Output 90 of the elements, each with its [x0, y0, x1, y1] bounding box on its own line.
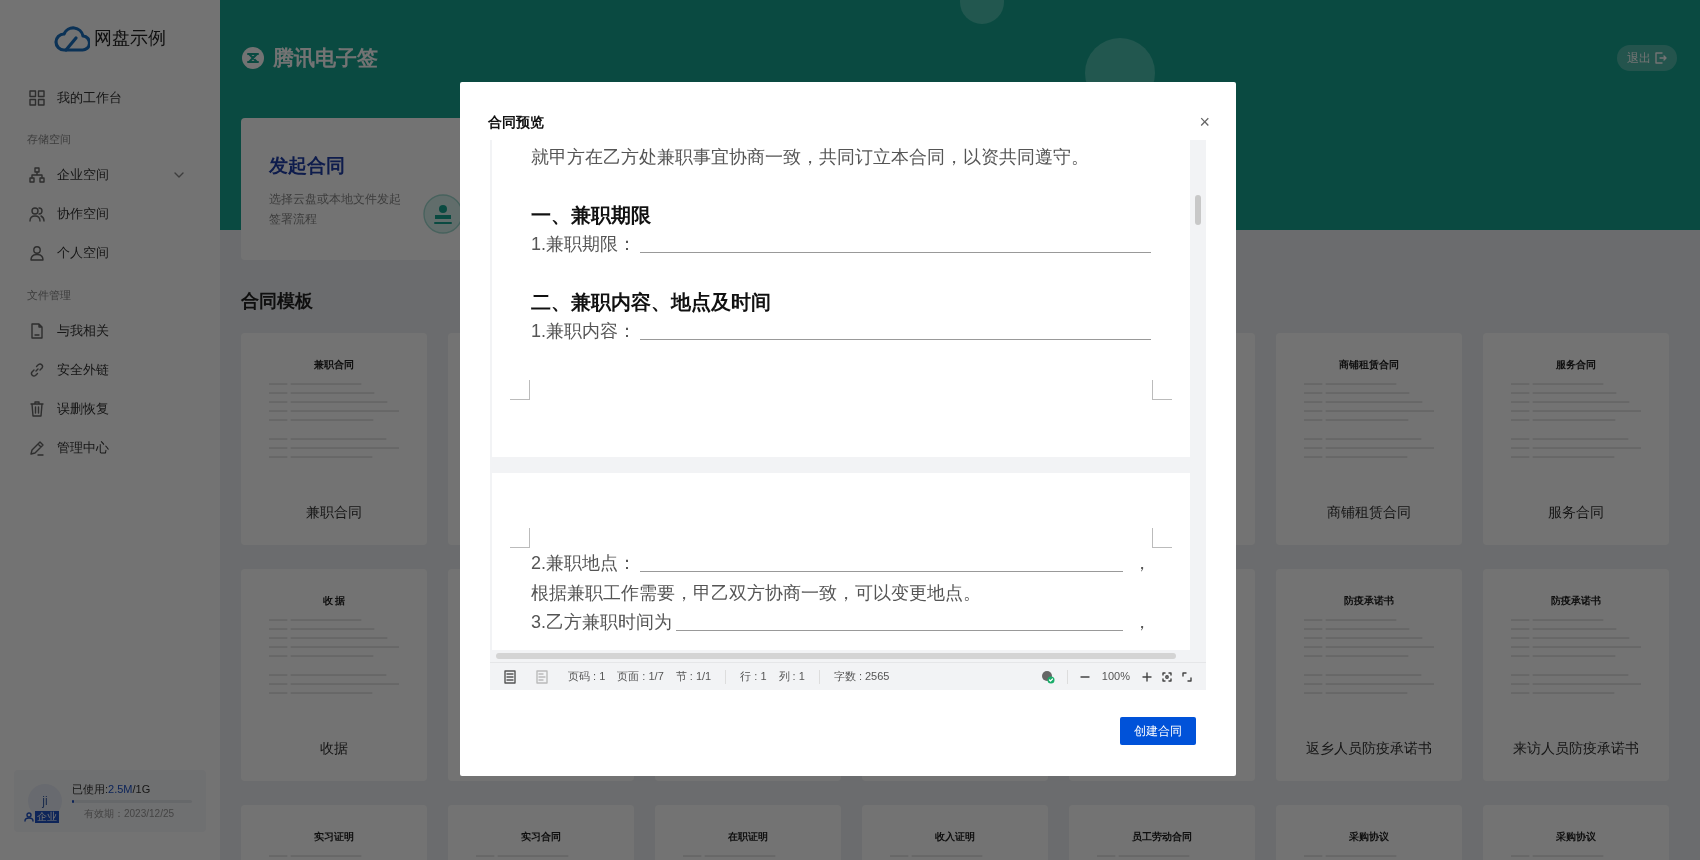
document-title: 实习合同	[521, 830, 561, 844]
template-card[interactable]: 服务合同 服务合同	[1483, 333, 1669, 545]
template-name: 服务合同	[1548, 503, 1604, 522]
document-title: 收 据	[322, 594, 346, 608]
fullscreen-icon	[1182, 671, 1192, 682]
status-text: 列 : 1	[778, 669, 805, 685]
enterprise-badge: 企业	[35, 811, 59, 823]
template-card[interactable]: 实习合同	[448, 805, 634, 860]
document-title: 收入证明	[935, 830, 975, 844]
create-contract-button[interactable]: 创建合同	[1120, 717, 1196, 745]
crop-mark	[510, 528, 530, 548]
nav-item[interactable]: 安全外链	[0, 350, 220, 389]
nav-icon	[29, 322, 45, 339]
punctuation: ，	[1133, 552, 1151, 575]
app-logo-text: 网盘示例	[94, 26, 166, 50]
crop-mark	[510, 380, 530, 400]
status-text: 行 : 1	[740, 669, 767, 685]
nav-icon	[29, 400, 45, 417]
template-name: 收据	[320, 739, 348, 758]
crop-mark	[1152, 380, 1172, 400]
punctuation: ，	[1133, 611, 1151, 634]
close-button[interactable]: ×	[1199, 113, 1210, 131]
launch-card-title: 发起合同	[269, 154, 346, 178]
document-title: 兼职合同	[314, 358, 354, 372]
template-name: 商铺租赁合同	[1327, 503, 1411, 522]
storage-usage: 已使用:2.5M/1G	[72, 781, 152, 797]
document-title: 服务合同	[1556, 358, 1596, 372]
document-title: 采购协议	[1556, 830, 1596, 844]
nav-icon	[29, 167, 45, 183]
template-card[interactable]: 收入证明	[862, 805, 1048, 860]
field-label: 1.兼职期限：	[531, 233, 636, 256]
template-name: 返乡人员防疫承诺书	[1306, 739, 1432, 758]
outline-view-icon	[536, 669, 548, 684]
status-text: 字数 : 2565	[833, 669, 890, 685]
template-card[interactable]: 收 据 收据	[241, 569, 427, 781]
scrollbar-thumb[interactable]	[1195, 195, 1201, 225]
template-card[interactable]: 防疫承诺书 返乡人员防疫承诺书	[1276, 569, 1462, 781]
field-label: 3.乙方兼职时间为	[531, 611, 672, 634]
template-card[interactable]: 兼职合同 兼职合同	[241, 333, 427, 545]
template-card[interactable]: 采购协议	[1276, 805, 1462, 860]
nav-item[interactable]: 个人空间	[0, 233, 220, 273]
page-view-icon	[504, 669, 516, 684]
brand-logo-icon	[241, 46, 265, 70]
nav-item[interactable]: 管理中心	[0, 428, 220, 467]
fit-screen-icon	[1162, 671, 1172, 682]
document-title: 防疫承诺书	[1551, 594, 1601, 608]
template-card[interactable]: 实习证明	[241, 805, 427, 860]
stamp-icon	[423, 194, 463, 234]
document-title: 员工劳动合同	[1132, 830, 1192, 844]
template-card[interactable]: 采购协议	[1483, 805, 1669, 860]
globe-check-icon	[1040, 669, 1055, 684]
template-card[interactable]: 在职证明	[655, 805, 841, 860]
modal-title: 合同预览	[488, 112, 544, 132]
template-card[interactable]: 员工劳动合同	[1069, 805, 1255, 860]
users-icon	[24, 812, 34, 822]
nav-item[interactable]: 与我相关	[0, 311, 220, 350]
nav-item[interactable]: 误删恢复	[0, 389, 220, 428]
document-title: 实习证明	[314, 830, 354, 844]
status-text: 页面 : 1/7	[617, 669, 664, 685]
nav-icon	[29, 361, 45, 378]
status-text: 节 : 1/1	[675, 669, 712, 685]
horizontal-scrollbar[interactable]	[496, 653, 1176, 659]
document-title: 商铺租赁合同	[1339, 358, 1399, 372]
document-title: 在职证明	[728, 830, 768, 844]
template-name: 来访人员防疫承诺书	[1513, 739, 1639, 758]
nav-item[interactable]: 协作空间	[0, 194, 220, 234]
status-text: 页码 : 1	[568, 669, 606, 685]
section-heading: 二、兼职内容、地点及时间	[531, 290, 772, 315]
nav-item[interactable]: 我的工作台	[0, 78, 220, 117]
section-heading: 一、兼职期限	[531, 203, 652, 228]
template-name: 兼职合同	[306, 503, 362, 522]
document-title: 采购协议	[1349, 830, 1389, 844]
nav-item[interactable]: 企业空间	[0, 155, 220, 195]
field-label: 2.兼职地点：	[531, 552, 636, 575]
zoom-level: 100%	[1101, 669, 1130, 685]
brand-name: 腾讯电子签	[273, 45, 378, 72]
template-card[interactable]: 商铺租赁合同 商铺租赁合同	[1276, 333, 1462, 545]
exit-icon	[1655, 52, 1667, 64]
document-title: 防疫承诺书	[1344, 594, 1394, 608]
paragraph: 就甲方在乙方处兼职事宜协商一致，共同订立本合同，以资共同遵守。	[531, 146, 1090, 169]
zoom-in-icon	[1142, 671, 1152, 682]
paragraph: 根据兼职工作需要，甲乙双方协商一致，可以变更地点。	[531, 582, 982, 605]
nav-icon	[29, 206, 45, 222]
nav-icon	[29, 439, 45, 456]
field-label: 1.兼职内容：	[531, 320, 636, 343]
nav-icon	[29, 245, 45, 261]
crop-mark	[1152, 528, 1172, 548]
nav-icon	[29, 89, 45, 106]
section-title: 合同模板	[241, 290, 313, 313]
template-card[interactable]: 防疫承诺书 来访人员防疫承诺书	[1483, 569, 1669, 781]
